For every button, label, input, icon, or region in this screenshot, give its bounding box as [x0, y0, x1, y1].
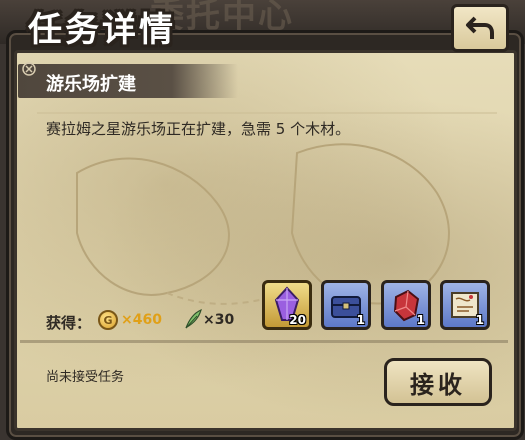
gold-amount: ×460: [121, 312, 162, 328]
item-count: 1: [356, 313, 365, 327]
back-button[interactable]: [451, 4, 509, 52]
feather-icon: [185, 308, 202, 329]
item-count: 20: [289, 313, 306, 327]
divider: [20, 340, 508, 343]
mission-name: 游乐场扩建: [46, 74, 136, 95]
reward-item-crystal[interactable]: 20: [262, 280, 312, 330]
page-title: 任务详情: [28, 10, 176, 50]
close-mark-icon: [22, 62, 36, 76]
mission-description: 赛拉姆之星游乐场正在扩建，急需 5 个木材。: [46, 120, 351, 138]
item-count: 1: [475, 313, 484, 327]
feather-amount: ×30: [203, 312, 235, 328]
return-arrow-icon: [466, 16, 494, 39]
reward-item-scroll[interactable]: 1: [440, 280, 490, 330]
mission-status: 尚未接受任务: [46, 370, 125, 385]
reward-item-chest[interactable]: 1: [321, 280, 371, 330]
accept-button[interactable]: 接收: [384, 358, 492, 406]
item-count: 1: [416, 313, 425, 327]
reward-item-ore[interactable]: 1: [381, 280, 431, 330]
reward-label: 获得：: [46, 314, 92, 332]
gold-coin-icon: G: [98, 310, 118, 330]
